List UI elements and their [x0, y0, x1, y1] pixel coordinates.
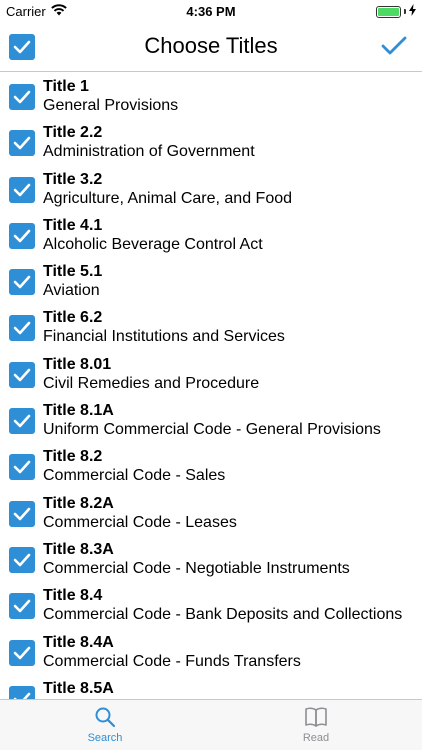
title-number: Title 1 [43, 78, 89, 95]
status-bar: Carrier 4:36 PM [0, 0, 422, 22]
title-name: Commercial Code - Leases [43, 513, 237, 531]
title-name: General Provisions [43, 97, 179, 114]
list-item[interactable]: Title 8.4A Commercial Code - Funds Transf… [0, 629, 422, 675]
list-item[interactable]: Title 4.1 Alcoholic Beverage Control Act [0, 212, 422, 258]
title-name: Financial Institutions and Services [43, 328, 285, 346]
title-checkbox[interactable] [9, 408, 35, 435]
nav-bar: Choose Titles [0, 22, 422, 72]
title-checkbox[interactable] [9, 222, 35, 249]
list-item[interactable]: Title 3.2 Agriculture, Animal Care, and F… [0, 166, 422, 212]
done-checkmark-icon [381, 36, 407, 55]
title-checkbox[interactable] [9, 84, 35, 110]
checkmark-icon [13, 90, 31, 104]
checkmark-icon [13, 183, 31, 196]
title-checkbox[interactable] [9, 176, 35, 203]
search-icon [65, 704, 145, 730]
title-checkbox[interactable] [9, 685, 35, 699]
checkmark-icon [13, 599, 31, 613]
tab-bar: Search Read [0, 699, 422, 750]
tab-search[interactable]: Search [65, 704, 145, 744]
title-number: Title 8.4A [43, 633, 114, 651]
checkmark-icon [13, 414, 31, 428]
title-name: Commercial Code - Bank Deposits and Coll… [43, 606, 403, 624]
tab-read-label: Read [302, 732, 330, 744]
list-item[interactable]: Title 8.3A Commercial Code - Negotiable I… [0, 536, 422, 582]
list-item[interactable]: Title 5.1 Aviation [0, 258, 422, 304]
title-checkbox[interactable] [9, 454, 35, 481]
book-icon [276, 704, 356, 730]
title-number: Title 8.01 [43, 355, 112, 373]
list-item[interactable]: Title 2.2 Administration of Government [0, 119, 422, 165]
title-checkbox[interactable] [9, 500, 35, 527]
checkmark-icon [13, 507, 31, 520]
title-number: Title 8.3A [43, 540, 114, 558]
title-number: Title 4.1 [43, 216, 103, 234]
checkmark-icon [13, 368, 31, 382]
title-name: Administration of Government [43, 143, 255, 161]
title-checkbox[interactable] [9, 593, 35, 620]
title-number: Title 2.2 [43, 124, 103, 142]
checkmark-icon [13, 322, 31, 335]
title-number: Title 8.4 [43, 587, 103, 605]
status-right [376, 4, 416, 19]
title-name: Agriculture, Animal Care, and Food [43, 189, 293, 207]
title-name: Commercial Code - Funds Transfers [43, 652, 301, 670]
checkmark-icon [13, 646, 31, 659]
list-item[interactable]: Title 6.2 Financial Institutions and Serv… [0, 304, 422, 350]
status-time: 4:36 PM [186, 4, 236, 19]
title-name: Commercial Code - Negotiable Instruments [43, 559, 350, 577]
list-item[interactable]: Title 8.5A [0, 675, 422, 699]
title-number: Title 8.5A [43, 679, 114, 697]
charging-icon [409, 4, 416, 19]
battery-nub [404, 9, 406, 14]
page-title: Choose Titles [144, 33, 278, 58]
title-number: Title 5.1 [43, 263, 103, 281]
title-name: Commercial Code - Sales [43, 467, 226, 485]
title-checkbox[interactable] [9, 130, 35, 157]
list-item[interactable]: Title 8.2 Commercial Code - Sales [0, 443, 422, 489]
title-number: Title 8.1A [43, 402, 114, 420]
tab-search-label: Search [87, 732, 123, 744]
list-item[interactable]: Title 8.2A Commercial Code - Leases [0, 490, 422, 536]
title-name: Alcoholic Beverage Control Act [43, 235, 263, 253]
battery-icon [376, 5, 401, 18]
title-checkbox[interactable] [9, 269, 35, 296]
title-number: Title 3.2 [43, 170, 103, 188]
tab-read[interactable]: Read [276, 704, 356, 744]
checkmark-icon [13, 692, 31, 699]
done-button[interactable] [380, 32, 408, 60]
list-item[interactable]: Title 1 General Provisions [0, 73, 422, 119]
list-item[interactable]: Title 8.4 Commercial Code - Bank Deposits… [0, 582, 422, 628]
title-number: Title 8.2A [43, 494, 114, 512]
checkmark-icon [13, 461, 31, 474]
list-item[interactable]: Title 8.1A Uniform Commercial Code - Gene… [0, 397, 422, 443]
list-item[interactable]: Title 8.01 Civil Remedies and Procedure [0, 351, 422, 397]
title-checkbox[interactable] [9, 361, 35, 388]
title-name: Uniform Commercial Code - General Provis… [43, 421, 381, 439]
title-number: Title 8.2 [43, 448, 103, 466]
title-name: Civil Remedies and Procedure [43, 374, 260, 392]
checkmark-icon [13, 275, 31, 289]
title-name: Aviation [43, 282, 100, 300]
title-checkbox[interactable] [9, 315, 35, 342]
checkmark-icon [13, 136, 31, 150]
title-number: Title 6.2 [43, 309, 103, 327]
checkmark-icon [13, 553, 31, 567]
title-checkbox[interactable] [9, 639, 35, 666]
titles-list: Title 1 General Provisions Title 2.2 Admini… [0, 73, 422, 699]
title-checkbox[interactable] [9, 546, 35, 573]
checkmark-icon [13, 229, 31, 243]
